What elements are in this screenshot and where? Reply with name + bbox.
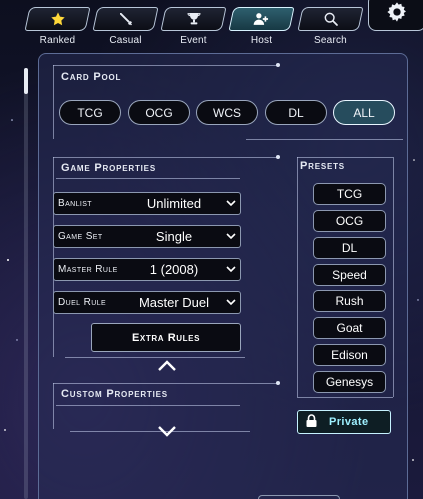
chevron-down-icon bbox=[222, 299, 240, 306]
preset-edison-button[interactable]: Edison bbox=[313, 344, 386, 366]
collapse-chevron-up-icon[interactable] bbox=[157, 359, 177, 377]
preset-tcg-button[interactable]: TCG bbox=[313, 183, 386, 205]
card-pool-left-rule bbox=[53, 65, 54, 139]
duel-rule-select[interactable]: Duel Rule Master Duel bbox=[53, 291, 241, 314]
preset-goat-button[interactable]: Goat bbox=[313, 317, 386, 339]
duel-rule-label: Duel Rule bbox=[58, 297, 107, 308]
bottom-action-button-partial[interactable] bbox=[258, 495, 340, 499]
trophy-icon bbox=[186, 11, 202, 27]
tab-host-button[interactable] bbox=[228, 7, 295, 31]
card-pool-dl-button[interactable]: DL bbox=[265, 100, 327, 125]
tab-ranked-button[interactable] bbox=[24, 7, 91, 31]
game-properties-left-rule bbox=[53, 157, 54, 357]
tab-search-label: Search bbox=[314, 35, 347, 46]
expand-chevron-down-icon[interactable] bbox=[157, 424, 177, 442]
card-pool-wcs-button[interactable]: WCS bbox=[196, 100, 258, 125]
tab-host[interactable]: Host bbox=[228, 7, 295, 47]
custom-properties-left-rule bbox=[53, 383, 54, 429]
card-pool-top-rule bbox=[53, 65, 279, 66]
presets-bottom-rule bbox=[297, 397, 393, 398]
presets-left-rule bbox=[297, 157, 298, 397]
sword-icon bbox=[118, 11, 134, 27]
presets-title: Presets bbox=[300, 160, 345, 172]
preset-rush-button[interactable]: Rush bbox=[313, 290, 386, 312]
lock-icon bbox=[306, 414, 317, 430]
preset-dl-button[interactable]: DL bbox=[313, 237, 386, 259]
banlist-value: Unlimited bbox=[146, 196, 202, 211]
custom-properties-title: Custom Properties bbox=[61, 388, 168, 400]
presets-right-rule bbox=[393, 157, 394, 397]
preset-genesys-button[interactable]: Genesys bbox=[313, 371, 386, 393]
custom-properties-top-rule bbox=[53, 383, 278, 384]
tab-casual-label: Casual bbox=[109, 35, 142, 46]
game-properties-rule-dot bbox=[276, 155, 280, 159]
tab-casual-button[interactable] bbox=[92, 7, 159, 31]
tab-event[interactable]: Event bbox=[160, 7, 227, 47]
chevron-down-icon bbox=[222, 233, 240, 240]
tab-search-button[interactable] bbox=[297, 7, 364, 31]
tab-search[interactable]: Search bbox=[297, 7, 364, 47]
card-pool-rule-dot bbox=[276, 63, 280, 67]
game-properties-title-underline bbox=[56, 178, 240, 179]
gear-icon bbox=[386, 1, 408, 28]
card-pool-all-button[interactable]: ALL bbox=[333, 100, 395, 125]
master-rule-value: 1 (2008) bbox=[149, 262, 199, 277]
chevron-down-icon bbox=[222, 200, 240, 207]
card-pool-tcg-button[interactable]: TCG bbox=[59, 100, 121, 125]
banlist-label: Banlist bbox=[58, 198, 92, 209]
preset-ocg-button[interactable]: OCG bbox=[313, 210, 386, 232]
card-pool-title: Card Pool bbox=[61, 71, 122, 83]
game-set-select[interactable]: Game Set Single bbox=[53, 225, 241, 248]
tab-casual[interactable]: Casual bbox=[92, 7, 159, 47]
card-pool-bottom-rule bbox=[246, 139, 403, 140]
private-toggle-button[interactable]: Private bbox=[297, 410, 391, 434]
tab-event-button[interactable] bbox=[160, 7, 227, 31]
settings-button[interactable] bbox=[368, 0, 423, 31]
custom-properties-title-underline bbox=[56, 405, 240, 406]
card-pool-ocg-button[interactable]: OCG bbox=[128, 100, 190, 125]
host-add-user-icon bbox=[253, 11, 270, 27]
search-icon bbox=[323, 11, 339, 27]
extra-rules-button[interactable]: Extra Rules bbox=[91, 323, 241, 352]
tab-ranked[interactable]: Ranked bbox=[24, 7, 91, 47]
chevron-down-icon bbox=[222, 266, 240, 273]
master-rule-select[interactable]: Master Rule 1 (2008) bbox=[53, 258, 241, 281]
game-properties-top-rule bbox=[53, 157, 278, 158]
private-label: Private bbox=[329, 416, 369, 428]
game-set-label: Game Set bbox=[58, 231, 103, 242]
tab-ranked-label: Ranked bbox=[39, 35, 76, 46]
presets-top-rule bbox=[297, 157, 393, 158]
page-scrollbar[interactable] bbox=[24, 68, 28, 499]
custom-properties-rule-dot bbox=[276, 381, 280, 385]
preset-speed-button[interactable]: Speed bbox=[313, 264, 386, 286]
game-properties-title: Game Properties bbox=[61, 162, 156, 174]
scrollbar-thumb[interactable] bbox=[24, 68, 28, 94]
duel-rule-value: Master Duel bbox=[138, 295, 210, 310]
tab-event-label: Event bbox=[180, 35, 207, 46]
game-properties-bottom-rule bbox=[65, 357, 245, 358]
game-set-value: Single bbox=[155, 229, 193, 244]
master-rule-label: Master Rule bbox=[58, 264, 118, 275]
banlist-select[interactable]: Banlist Unlimited bbox=[53, 192, 241, 215]
star-icon bbox=[50, 11, 66, 27]
tab-host-label: Host bbox=[250, 35, 273, 46]
